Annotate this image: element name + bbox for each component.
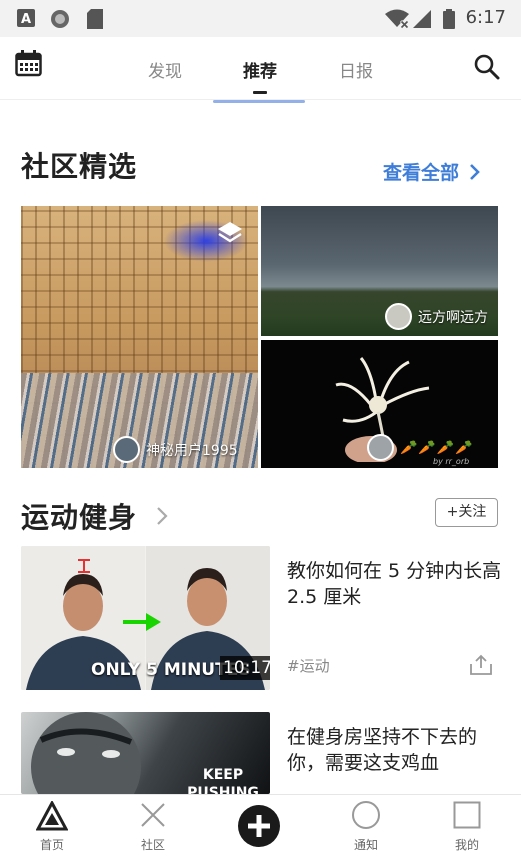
follow-button[interactable]: +关注	[435, 498, 498, 527]
tab-daily[interactable]: 日报	[339, 57, 373, 82]
see-all-link[interactable]: 查看全部	[383, 158, 483, 185]
signal-icon	[413, 10, 431, 28]
battery-icon	[443, 9, 455, 29]
search-icon[interactable]	[474, 54, 500, 80]
svg-text:A: A	[21, 12, 31, 27]
section-title-community: 社区精选	[21, 150, 138, 183]
nav-label: 通知	[353, 838, 378, 852]
clock: 6:17	[465, 7, 506, 28]
section-header-fitness[interactable]: 运动健身	[21, 496, 169, 536]
user-chip[interactable]: 神秘用户1995	[113, 436, 238, 463]
community-x-icon	[141, 803, 165, 827]
chevron-right-icon	[470, 163, 480, 180]
avatar	[113, 436, 140, 463]
article-title[interactable]: 教你如何在 5 分钟内长高 2.5 厘米	[287, 558, 502, 610]
article-tag[interactable]: #运动	[287, 655, 330, 676]
user-chip[interactable]: 远方啊远方	[385, 303, 488, 330]
share-icon[interactable]	[469, 654, 493, 676]
home-triangle-icon	[36, 801, 68, 831]
calendar-icon[interactable]	[15, 50, 42, 77]
tab-discover[interactable]: 发现	[148, 57, 182, 82]
nav-label: 首页	[39, 838, 64, 852]
username: 神秘用户1995	[146, 442, 238, 459]
refresh-indicator	[213, 100, 305, 103]
article-title[interactable]: 在健身房坚持不下去的你，需要这支鸡血	[287, 724, 502, 776]
nav-notifications[interactable]: 通知	[336, 795, 396, 856]
see-all-label: 查看全部	[383, 162, 460, 184]
wifi-off-icon	[385, 9, 410, 29]
community-photo-library[interactable]: 神秘用户1995	[21, 206, 258, 468]
avatar	[385, 303, 412, 330]
article-thumbnail[interactable]: ONLY 5 MINUTES 10:17	[21, 546, 270, 690]
avatar	[367, 434, 394, 461]
circle-notification-icon	[51, 10, 69, 28]
video-duration: 10:17	[220, 656, 270, 680]
username: 远方啊远方	[418, 309, 488, 326]
add-circle-icon[interactable]	[237, 804, 281, 848]
carrot-emoji-row: 🥕🥕🥕🥕	[400, 439, 474, 456]
photo-watermark: by rr_orb	[433, 457, 470, 466]
tab-recommended[interactable]: 推荐	[243, 57, 277, 82]
community-photo-flower[interactable]: 🥕🥕🥕🥕 by rr_orb	[261, 340, 498, 468]
nav-label: 我的	[454, 838, 479, 852]
status-bar: A 6:17	[0, 0, 521, 37]
nav-home[interactable]: 首页	[22, 795, 82, 856]
nav-label: 社区	[140, 838, 165, 852]
nav-profile[interactable]: 我的	[437, 795, 497, 856]
chevron-right-icon	[157, 507, 168, 525]
section-title-fitness: 运动健身	[21, 501, 138, 534]
bottom-navigation: 首页 社区 通知 我的	[0, 794, 521, 856]
nav-community[interactable]: 社区	[123, 795, 183, 856]
community-photo-landscape[interactable]: 远方啊远方	[261, 206, 498, 336]
a-notification-icon: A	[17, 9, 35, 27]
layers-icon	[218, 222, 242, 243]
sd-card-icon	[87, 9, 103, 29]
profile-square-icon	[453, 801, 481, 829]
article-thumbnail[interactable]: KEEP PUSHING	[21, 712, 270, 794]
active-tab-indicator	[253, 91, 267, 94]
thumbnail-caption: KEEP PUSHING	[187, 767, 259, 794]
notification-circle-icon	[352, 801, 380, 829]
